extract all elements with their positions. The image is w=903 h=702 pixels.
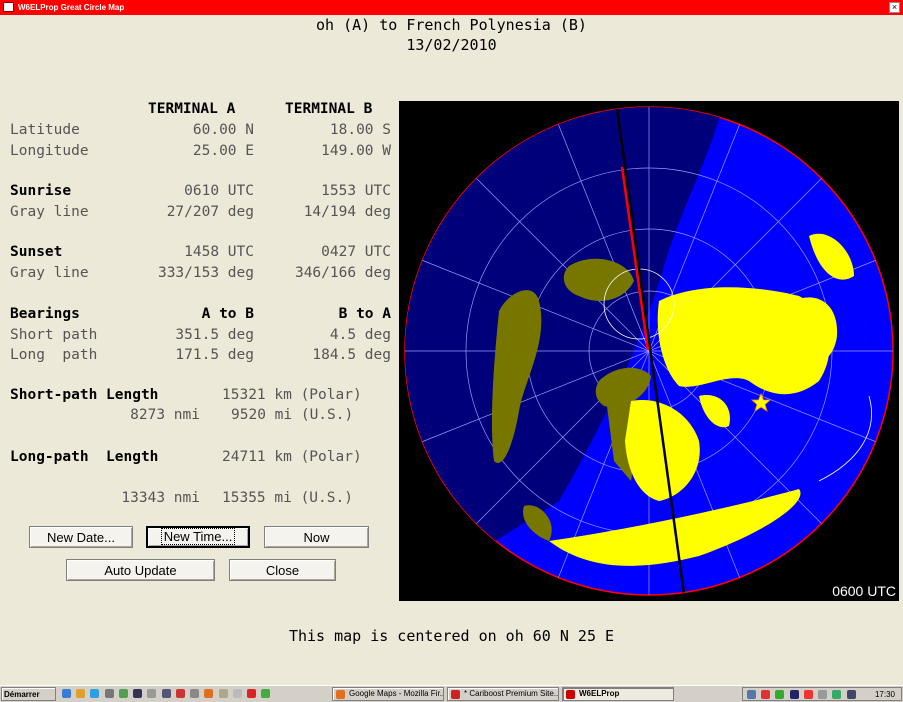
sunset-b: 0427 UTC xyxy=(321,244,391,260)
new-date-button[interactable]: New Date... xyxy=(29,526,133,548)
cariboost-icon xyxy=(451,690,460,699)
date-label: 13/02/2010 xyxy=(406,36,497,54)
page-title: oh (A) to French Polynesia (B) xyxy=(316,16,587,34)
taskbar-item-cariboost[interactable]: * Cariboost Premium Site... xyxy=(447,687,559,701)
utc-time-label: 0600 UTC xyxy=(832,583,896,599)
system-tray: 17:30 xyxy=(742,687,902,701)
taskbar-item-label: Google Maps - Mozilla Fir... xyxy=(349,689,444,698)
window-title-bar[interactable]: W6ELProp Great Circle Map × xyxy=(0,0,903,15)
sunrise-label: Sunrise xyxy=(10,183,72,199)
sunrise-b: 1553 UTC xyxy=(321,183,391,199)
bearings-b-header: B to A xyxy=(338,306,391,322)
sunset-grayline-a: 333/153 deg xyxy=(157,265,254,281)
short-path-nmi: 8273 nmi xyxy=(130,407,200,423)
quicklaunch-icon[interactable] xyxy=(218,689,228,698)
bearings-a-header: A to B xyxy=(201,306,254,322)
short-path-b: 4.5 deg xyxy=(329,327,391,343)
firefox-icon xyxy=(336,690,345,699)
quicklaunch-icon[interactable] xyxy=(204,689,214,698)
quicklaunch-icon[interactable] xyxy=(118,689,128,698)
new-time-button[interactable]: New Time... xyxy=(146,526,250,548)
auto-update-button[interactable]: Auto Update xyxy=(66,559,215,581)
quicklaunch-icon[interactable] xyxy=(161,689,171,698)
sunrise-a: 0610 UTC xyxy=(184,183,254,199)
w6elprop-icon xyxy=(566,690,575,699)
tray-icon[interactable] xyxy=(846,690,856,699)
windows-taskbar: Démarrer Google Maps - Mozilla Fir... * … xyxy=(0,685,903,702)
quicklaunch-icon[interactable] xyxy=(104,689,114,698)
sunset-grayline-b: 346/166 deg xyxy=(294,265,391,281)
quicklaunch-icon[interactable] xyxy=(90,689,100,698)
quicklaunch-icon[interactable] xyxy=(76,689,86,698)
tray-icon[interactable] xyxy=(803,690,813,699)
longitude-b: 149.00 W xyxy=(321,143,391,159)
taskbar-item-label: * Cariboost Premium Site... xyxy=(464,689,559,698)
sunset-grayline-label: Gray line xyxy=(10,265,89,281)
quicklaunch-icon[interactable] xyxy=(190,689,200,698)
tray-icon[interactable] xyxy=(832,690,842,699)
latitude-label: Latitude xyxy=(10,122,80,138)
tray-icon[interactable] xyxy=(775,690,785,699)
bearings-label: Bearings xyxy=(10,306,80,322)
quicklaunch-icon[interactable] xyxy=(247,689,257,698)
map-center-caption: This map is centered on oh 60 N 25 E xyxy=(288,627,615,645)
short-path-label: Short path xyxy=(10,327,98,343)
tray-icons xyxy=(747,690,859,699)
latitude-b: 18.00 S xyxy=(329,122,391,138)
taskbar-item-label: W6ELProp xyxy=(579,689,620,698)
main-window: oh (A) to French Polynesia (B) 13/02/201… xyxy=(0,15,903,685)
quicklaunch-icon[interactable] xyxy=(133,689,143,698)
long-path-km: 24711 km (Polar) xyxy=(222,449,362,465)
close-window-button[interactable]: × xyxy=(889,2,900,13)
taskbar-item-firefox[interactable]: Google Maps - Mozilla Fir... xyxy=(332,687,444,701)
close-button[interactable]: Close xyxy=(229,559,336,581)
quicklaunch-icon[interactable] xyxy=(147,689,157,698)
latitude-a: 60.00 N xyxy=(192,122,254,138)
short-path-a: 351.5 deg xyxy=(175,327,254,343)
long-path-b: 184.5 deg xyxy=(312,347,391,363)
app-icon xyxy=(3,2,14,12)
now-button[interactable]: Now xyxy=(264,526,369,548)
tray-icon[interactable] xyxy=(818,690,828,699)
window-title: W6ELProp Great Circle Map xyxy=(18,3,125,12)
start-button[interactable]: Démarrer xyxy=(1,687,56,701)
long-path-label: Long path xyxy=(10,347,98,363)
tray-icon[interactable] xyxy=(761,690,771,699)
quicklaunch-icon[interactable] xyxy=(232,689,242,698)
sunset-a: 1458 UTC xyxy=(184,244,254,260)
quicklaunch-icon[interactable] xyxy=(62,689,71,698)
new-time-label: New Time... xyxy=(160,528,236,545)
long-path-mi: 15355 mi (U.S.) xyxy=(222,490,353,506)
short-path-km: 15321 km (Polar) xyxy=(222,387,362,403)
quicklaunch-icon[interactable] xyxy=(175,689,185,698)
long-path-length-label: Long-path Length xyxy=(10,449,159,465)
sunrise-grayline-label: Gray line xyxy=(10,204,89,220)
terminal-a-header: TERMINAL A xyxy=(148,101,236,117)
sunset-label: Sunset xyxy=(10,244,63,260)
terminal-b-header: TERMINAL B xyxy=(285,101,373,117)
long-path-a: 171.5 deg xyxy=(175,347,254,363)
long-path-nmi: 13343 nmi xyxy=(121,490,200,506)
azimuthal-map-svg xyxy=(404,106,894,596)
taskbar-clock[interactable]: 17:30 xyxy=(875,688,895,701)
sunrise-grayline-b: 14/194 deg xyxy=(303,204,391,220)
quicklaunch-icon[interactable] xyxy=(261,689,271,698)
longitude-a: 25.00 E xyxy=(192,143,254,159)
sunrise-grayline-a: 27/207 deg xyxy=(166,204,254,220)
quick-launch xyxy=(62,689,273,700)
tray-icon[interactable] xyxy=(789,690,799,699)
short-path-length-label: Short-path Length xyxy=(10,387,159,403)
longitude-label: Longitude xyxy=(10,143,89,159)
short-path-mi: 9520 mi (U.S.) xyxy=(231,407,354,423)
taskbar-item-w6elprop[interactable]: W6ELProp xyxy=(562,687,674,701)
great-circle-map[interactable]: 0600 UTC xyxy=(399,101,899,601)
tray-icon[interactable] xyxy=(747,690,756,699)
